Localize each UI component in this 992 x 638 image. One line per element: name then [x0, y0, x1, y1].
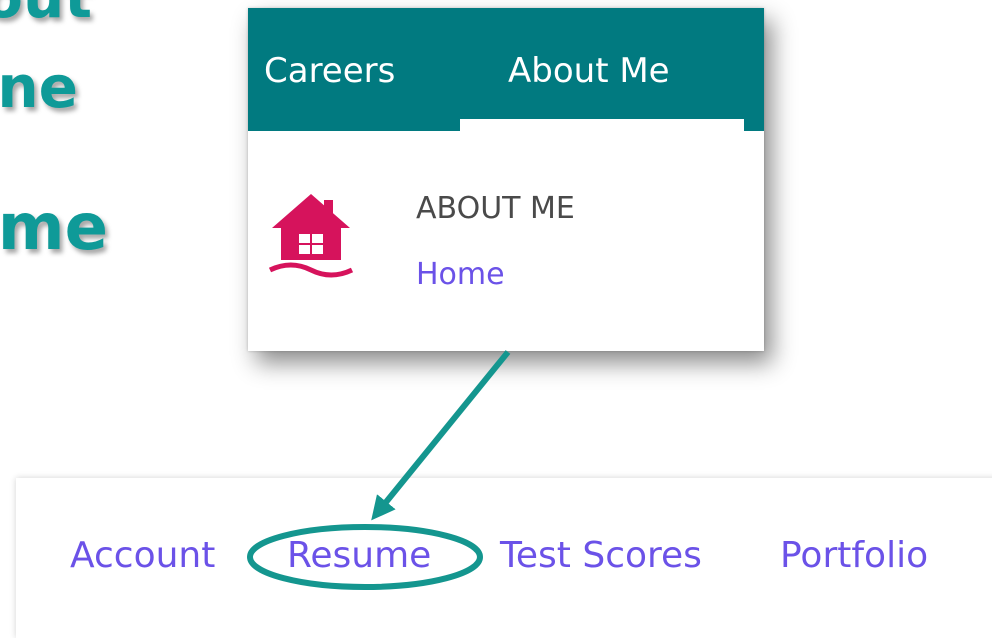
nav-account-link[interactable]: Account — [70, 538, 215, 574]
about-me-menu: Careers About Me — [248, 8, 764, 351]
nav-resume-link[interactable]: Resume — [287, 538, 431, 574]
nav-portfolio-link[interactable]: Portfolio — [780, 538, 928, 574]
home-link[interactable]: Home — [416, 260, 505, 290]
section-title: ABOUT ME — [416, 191, 575, 226]
heading-line-1: out — [0, 0, 92, 26]
heading-line-2: ne — [0, 53, 78, 121]
background-heading: out ne me — [0, 0, 240, 300]
active-tab-indicator — [460, 119, 744, 131]
tab-careers[interactable]: Careers — [264, 54, 395, 88]
nav-test-scores-link[interactable]: Test Scores — [500, 538, 702, 574]
tab-about-me[interactable]: About Me — [508, 54, 670, 88]
menu-tab-bar: Careers About Me — [248, 8, 764, 131]
house-icon — [268, 194, 354, 278]
heading-line-3: me — [0, 191, 108, 265]
